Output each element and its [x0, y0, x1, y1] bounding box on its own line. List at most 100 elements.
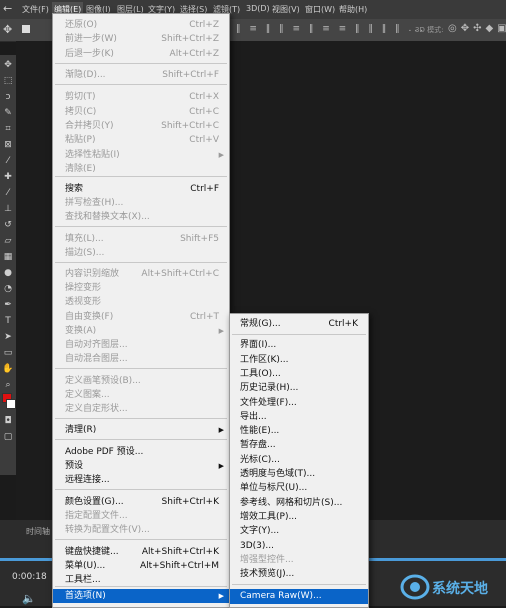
menu-item[interactable]: 剪切(T) Ctrl+X	[53, 90, 229, 104]
menu-item[interactable]: 历史记录(H)...	[230, 381, 368, 396]
menu-item-label: 增效工具(P)...	[240, 512, 298, 522]
submenu-arrow-icon: ▶	[218, 426, 224, 434]
screen-mode-icon[interactable]: ▢	[2, 431, 14, 443]
menu-item[interactable]: 界面(I)...	[230, 338, 368, 353]
menu-item[interactable]: 指定配置文件...	[53, 509, 229, 523]
menu-item[interactable]: 选择性粘贴(I) ▶	[53, 148, 229, 162]
gradient-icon[interactable]: ▦	[2, 251, 14, 263]
menu-item[interactable]: 技术预览(J)...	[230, 567, 368, 582]
menu-item[interactable]: 自动混合图层...	[53, 352, 229, 366]
eyedropper-icon[interactable]: ⁄	[2, 155, 14, 167]
menu-item[interactable]: 菜单(U)... Alt+Shift+Ctrl+M	[53, 559, 229, 573]
menu-item[interactable]: 前进一步(W) Shift+Ctrl+Z	[53, 32, 229, 46]
background-color-swatch[interactable]	[6, 399, 16, 409]
shape-icon[interactable]: ▭	[2, 347, 14, 359]
menu-item[interactable]: 透视变形	[53, 295, 229, 309]
menu-window[interactable]: 窗口(W)	[305, 4, 335, 15]
menu-item[interactable]: 增效工具(P)...	[230, 510, 368, 525]
align-icons[interactable]: ‖ ≡ ‖ ‖ ≡ ‖ ≡ ≡ ‖ ‖ ‖ ‖ ...	[236, 24, 426, 34]
menu-item-label: 工具栏...	[65, 575, 101, 585]
menu-item[interactable]: 颜色设置(G)... Shift+Ctrl+K	[53, 495, 229, 509]
menu-item[interactable]: Adobe PDF 预设...	[53, 445, 229, 459]
menu-item[interactable]: 操控变形	[53, 281, 229, 295]
menu-item[interactable]: 拷贝(C) Ctrl+C	[53, 105, 229, 119]
menu-file[interactable]: 文件(F)	[22, 4, 49, 15]
menu-item[interactable]: 常规(G)... Ctrl+K	[230, 317, 368, 332]
menu-item[interactable]: 预设 ▶	[53, 459, 229, 473]
stamp-icon[interactable]: ⊥	[2, 203, 14, 215]
menu-item[interactable]: 自由变换(F) Ctrl+T	[53, 310, 229, 324]
menu-item[interactable]: 定义画笔预设(B)...	[53, 374, 229, 388]
hand-icon[interactable]: ✋	[2, 363, 14, 375]
menu-item[interactable]: 3D(3)...	[230, 539, 368, 554]
menu-item[interactable]: 描边(S)...	[53, 246, 229, 260]
menu-item[interactable]: 键盘快捷键... Alt+Shift+Ctrl+K	[53, 545, 229, 559]
menu-item[interactable]: 合并拷贝(Y) Shift+Ctrl+C	[53, 119, 229, 133]
history-brush-icon[interactable]: ↺	[2, 219, 14, 231]
menu-help[interactable]: 帮助(H)	[339, 4, 367, 15]
menu-item[interactable]: 导出...	[230, 410, 368, 425]
zoom-icon[interactable]: ⌕	[2, 379, 14, 391]
menu-item[interactable]: 文字(Y)...	[230, 524, 368, 539]
menu-item[interactable]: Camera Raw(W)...	[230, 589, 368, 604]
pen-icon[interactable]: ✒	[2, 299, 14, 311]
dodge-icon[interactable]: ◔	[2, 283, 14, 295]
menu-item-label: Adobe PDF 预设...	[65, 447, 144, 457]
move-icon[interactable]: ✥	[2, 59, 14, 71]
menu-item[interactable]: 自动对齐图层...	[53, 338, 229, 352]
menu-item[interactable]: 渐隐(D)... Shift+Ctrl+F	[53, 68, 229, 82]
move-tool-icon[interactable]: ✥	[3, 23, 12, 36]
menu-item[interactable]: 参考线、网格和切片(S)...	[230, 496, 368, 511]
menu-item[interactable]: 性能(E)...	[230, 424, 368, 439]
menu-item[interactable]: 首选项(N) ▶	[53, 589, 229, 603]
menu-item[interactable]: 工作区(K)...	[230, 353, 368, 368]
menu-item[interactable]: 查找和替换文本(X)...	[53, 210, 229, 224]
crop-icon[interactable]: ⌗	[2, 123, 14, 135]
menu-separator	[55, 418, 227, 419]
menu-item[interactable]: 填充(L)... Shift+F5	[53, 232, 229, 246]
timeline-tab[interactable]: 时间轴	[26, 526, 50, 537]
menu-item[interactable]: 内容识别缩放 Alt+Shift+Ctrl+C	[53, 267, 229, 281]
menu-item-label: 文件处理(F)...	[240, 398, 297, 408]
marquee-icon[interactable]: ⬚	[2, 75, 14, 87]
menu-item[interactable]: 光标(C)...	[230, 453, 368, 468]
menu-item[interactable]: 转换为配置文件(V)...	[53, 523, 229, 537]
menu-item[interactable]: 工具栏...	[53, 573, 229, 587]
back-arrow-icon[interactable]: ←	[3, 2, 12, 15]
3d-mode-icons[interactable]: ◎✥✣◆▣	[448, 23, 506, 34]
frame-icon[interactable]: ⊠	[2, 139, 14, 151]
menu-item-label: 操控变形	[65, 283, 102, 293]
menu-3d[interactable]: 3D(D)	[246, 4, 270, 13]
blur-icon[interactable]: ●	[2, 267, 14, 279]
lasso-icon[interactable]: ↄ	[2, 91, 14, 103]
eraser-icon[interactable]: ▱	[2, 235, 14, 247]
menu-item[interactable]: 清除(E)	[53, 162, 229, 176]
menu-item[interactable]: 还原(O) Ctrl+Z	[53, 18, 229, 32]
menu-item[interactable]: 粘贴(P) Ctrl+V	[53, 133, 229, 147]
menu-item[interactable]: 增强型控件...	[230, 553, 368, 568]
path-select-icon[interactable]: ➤	[2, 331, 14, 343]
quick-mask-icon[interactable]: ◘	[2, 415, 14, 427]
healing-icon[interactable]: ✚	[2, 171, 14, 183]
menu-item[interactable]: 定义自定形状...	[53, 402, 229, 416]
volume-icon[interactable]: 🔈	[22, 592, 36, 605]
menu-item[interactable]: 清理(R) ▶	[53, 423, 229, 437]
menu-view[interactable]: 视图(V)	[272, 4, 300, 15]
menu-item[interactable]: 拼写检查(H)...	[53, 196, 229, 210]
brush-icon[interactable]: ⁄	[2, 187, 14, 199]
menu-item[interactable]: 工具(O)...	[230, 367, 368, 382]
menu-item[interactable]: 透明度与色域(T)...	[230, 467, 368, 482]
menu-item[interactable]: 变换(A) ▶	[53, 324, 229, 338]
menu-item[interactable]: 文件处理(F)...	[230, 396, 368, 411]
quick-select-icon[interactable]: ✎	[2, 107, 14, 119]
menu-item[interactable]: 单位与标尺(U)...	[230, 481, 368, 496]
menu-item[interactable]: 搜索 Ctrl+F	[53, 182, 229, 196]
menu-item[interactable]: 远程连接...	[53, 473, 229, 487]
type-icon[interactable]: T	[2, 315, 14, 327]
menu-item-label: 增强型控件...	[240, 555, 294, 565]
checkbox-icon[interactable]	[22, 25, 30, 33]
menu-item[interactable]: 暂存盘...	[230, 438, 368, 453]
menu-item-label: 文字(Y)...	[240, 526, 280, 536]
menu-item[interactable]: 定义图案...	[53, 388, 229, 402]
menu-item[interactable]: 后退一步(K) Alt+Ctrl+Z	[53, 47, 229, 61]
